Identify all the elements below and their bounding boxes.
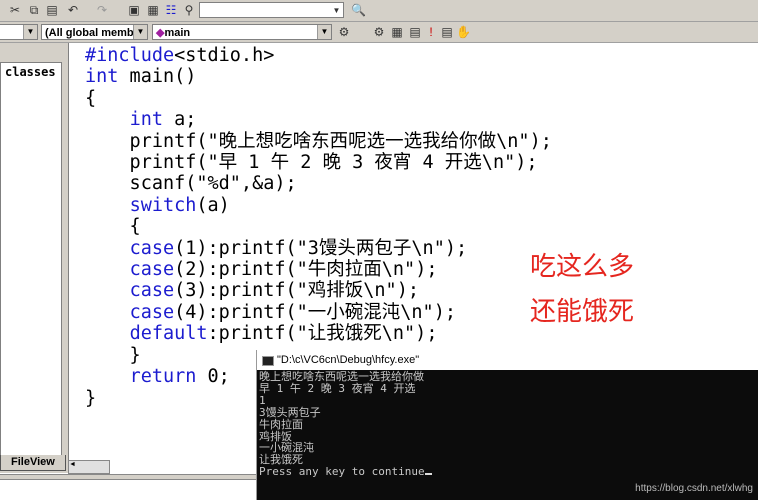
code-line: { bbox=[85, 216, 552, 237]
keyword: return bbox=[129, 366, 197, 388]
keyword: #include bbox=[85, 45, 175, 66]
tab-fileview[interactable]: FileView bbox=[0, 455, 66, 471]
watermark: https://blog.csdn.net/xlwhg bbox=[635, 483, 753, 494]
keyword: case bbox=[129, 259, 175, 281]
code-text: <stdio.h> bbox=[174, 45, 275, 66]
code-line: switch(a) bbox=[85, 195, 552, 216]
chevron-down-icon[interactable]: ▼ bbox=[330, 4, 343, 18]
keyword: case bbox=[129, 280, 175, 302]
code-line: default:printf("让我饿死\n"); bbox=[85, 323, 552, 344]
code-line: case(4):printf("一小碗混沌\n"); bbox=[85, 302, 552, 323]
window-list-icon[interactable]: ☷ bbox=[164, 3, 178, 17]
keyword: switch bbox=[129, 194, 197, 216]
breakpoint-icon[interactable]: ✋ bbox=[456, 25, 471, 39]
code-text: { bbox=[85, 87, 97, 109]
class-combo[interactable]: ▼ bbox=[0, 24, 38, 40]
execute-icon[interactable]: ! bbox=[424, 25, 438, 39]
class-view[interactable]: classes bbox=[0, 62, 62, 457]
code-text: a; bbox=[162, 109, 197, 131]
annotation-line-2: 还能饿死 bbox=[530, 296, 635, 326]
console-window[interactable]: "D:\c\VC6cn\Debug\hfcy.exe" 晚上想吃啥东西呢选一选我… bbox=[256, 350, 758, 500]
code-text: } bbox=[85, 387, 97, 409]
code-line: #include<stdio.h> bbox=[85, 45, 552, 66]
horizontal-scrollbar[interactable]: ◄ bbox=[68, 460, 110, 474]
wizard-action-icon[interactable]: ⚙ bbox=[337, 25, 351, 39]
cut-icon[interactable]: ✂ bbox=[8, 3, 22, 17]
code-text: 0; bbox=[196, 366, 230, 388]
code-text: scanf("%d",&a); bbox=[85, 173, 297, 195]
code-text: printf("晚上想吃啥东西呢选一选我给你做\n"); bbox=[85, 130, 552, 152]
code-line: scanf("%d",&a); bbox=[85, 173, 552, 194]
build-icon[interactable]: ▦ bbox=[390, 25, 404, 39]
keyword: int bbox=[85, 66, 119, 88]
copy-icon[interactable]: ⧉ bbox=[27, 3, 41, 17]
class-view-label: classes bbox=[5, 65, 56, 79]
code-text: } bbox=[85, 344, 141, 366]
console-text: 晚上想吃啥东西呢选一选我给你做 早 1 午 2 晚 3 夜宵 4 开选 1 3馒… bbox=[259, 370, 425, 479]
code-line: { bbox=[85, 88, 552, 109]
stop-build-icon[interactable]: ▤ bbox=[408, 25, 422, 39]
find-in-files-icon[interactable]: ⚲ bbox=[182, 3, 196, 17]
code-text: :printf("让我饿死\n"); bbox=[207, 323, 438, 345]
editor-gutter bbox=[68, 43, 81, 463]
code-line: printf("晚上想吃啥东西呢选一选我给你做\n"); bbox=[85, 131, 552, 152]
keyword: default bbox=[129, 323, 208, 345]
find-combo[interactable] bbox=[199, 2, 344, 18]
redo-icon[interactable]: ↷ bbox=[95, 3, 109, 17]
function-combo[interactable]: ◆main ▼ bbox=[152, 24, 332, 40]
code-text: (4):printf("一小碗混沌\n"); bbox=[174, 301, 456, 323]
code-line: printf("早 1 午 2 晚 3 夜宵 4 开选\n"); bbox=[85, 152, 552, 173]
console-window-icon bbox=[262, 356, 274, 366]
undo-icon[interactable]: ↶ bbox=[66, 3, 80, 17]
go-icon[interactable]: ▤ bbox=[440, 25, 454, 39]
console-title-bar[interactable]: "D:\c\VC6cn\Debug\hfcy.exe" bbox=[257, 350, 758, 370]
cursor bbox=[424, 473, 432, 476]
output-icon[interactable]: ▦ bbox=[146, 3, 160, 17]
code-line: int main() bbox=[85, 66, 552, 87]
code-line: case(2):printf("牛肉拉面\n"); bbox=[85, 259, 552, 280]
chevron-down-icon: ▼ bbox=[23, 25, 37, 39]
keyword: int bbox=[129, 109, 163, 131]
code-line: int a; bbox=[85, 109, 552, 130]
chevron-down-icon: ▼ bbox=[133, 25, 147, 39]
wizard-bar: ▼ (All global members ▼ ◆main ▼ ⚙ ⚙ ▦ ▤ ! … bbox=[0, 22, 758, 43]
keyword: case bbox=[129, 237, 175, 259]
function-combo-value: main bbox=[164, 27, 191, 39]
code-text: main() bbox=[118, 66, 197, 88]
code-text: (1):printf("3馒头两包子\n"); bbox=[174, 237, 468, 259]
pane-splitter[interactable] bbox=[0, 474, 258, 480]
code-text: (a) bbox=[196, 194, 230, 216]
members-combo[interactable]: (All global members ▼ bbox=[41, 24, 148, 40]
console-title: "D:\c\VC6cn\Debug\hfcy.exe" bbox=[277, 354, 420, 366]
paste-icon[interactable]: ▤ bbox=[45, 3, 59, 17]
annotation-line-1: 吃这么多 bbox=[530, 251, 635, 281]
code-line: case(1):printf("3馒头两包子\n"); bbox=[85, 238, 552, 259]
code-line: case(3):printf("鸡排饭\n"); bbox=[85, 280, 552, 301]
find-icon[interactable]: 🔍 bbox=[351, 3, 366, 17]
console-output: 晚上想吃啥东西呢选一选我给你做 早 1 午 2 晚 3 夜宵 4 开选 1 3馒… bbox=[257, 370, 758, 479]
workspace-icon[interactable]: ▣ bbox=[127, 3, 141, 17]
code-text: printf("早 1 午 2 晚 3 夜宵 4 开选\n"); bbox=[85, 152, 538, 174]
standard-toolbar: ✂ ⧉ ▤ ↶ ↷ ▣ ▦ ☷ ⚲ ▼ 🔍 bbox=[0, 0, 758, 22]
code-text: { bbox=[85, 216, 141, 238]
compile-icon[interactable]: ⚙ bbox=[372, 25, 386, 39]
chevron-down-icon: ▼ bbox=[317, 25, 331, 39]
keyword: case bbox=[129, 301, 175, 323]
code-text: (3):printf("鸡排饭\n"); bbox=[174, 280, 419, 302]
code-text: (2):printf("牛肉拉面\n"); bbox=[174, 259, 438, 281]
